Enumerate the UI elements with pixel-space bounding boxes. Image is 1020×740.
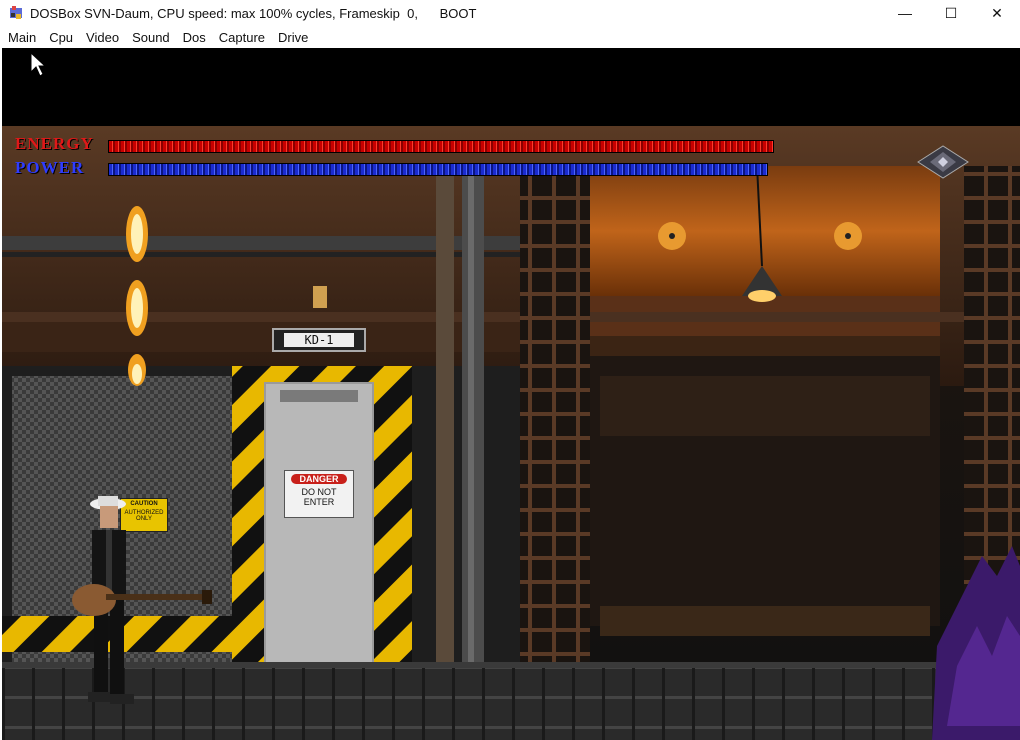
game-viewport[interactable]: KD-1 DANGER DO NOT ENTER CAUTION AUTHORI… <box>2 48 1020 740</box>
window-title: DOSBox SVN-Daum, CPU speed: max 100% cyc… <box>30 5 477 21</box>
menu-video[interactable]: Video <box>78 30 124 45</box>
menu-bar: Main Cpu Video Sound Dos Capture Drive <box>0 26 1020 48</box>
power-bar <box>108 163 768 176</box>
danger-sign-line1: DO NOT <box>301 487 337 497</box>
energy-bar <box>108 140 774 153</box>
danger-sign-header: DANGER <box>291 474 347 484</box>
menu-cpu[interactable]: Cpu <box>41 30 78 45</box>
power-label: POWER <box>15 158 85 177</box>
player-guitarist <box>72 496 212 704</box>
menu-sound[interactable]: Sound <box>124 30 175 45</box>
close-button[interactable]: ✕ <box>974 0 1020 26</box>
fire-column <box>126 206 148 386</box>
crystal-gem-icon <box>917 145 969 179</box>
door-sign: KD-1 <box>272 328 366 352</box>
maximize-button[interactable]: ☐ <box>928 0 974 26</box>
danger-sign-line2: ENTER <box>303 497 335 507</box>
menu-capture[interactable]: Capture <box>211 30 270 45</box>
minimize-button[interactable]: — <box>882 0 928 26</box>
menu-drive[interactable]: Drive <box>270 30 313 45</box>
danger-sign: DANGER DO NOT ENTER <box>284 470 354 518</box>
title-bar: DOSBox SVN-Daum, CPU speed: max 100% cyc… <box>0 0 1020 26</box>
dosbox-app-icon <box>8 5 24 21</box>
door-sign-label: KD-1 <box>304 333 334 347</box>
mouse-cursor-icon <box>30 52 46 77</box>
energy-label: ENERGY <box>15 134 94 153</box>
menu-dos[interactable]: Dos <box>175 30 211 45</box>
menu-main[interactable]: Main <box>0 30 41 45</box>
